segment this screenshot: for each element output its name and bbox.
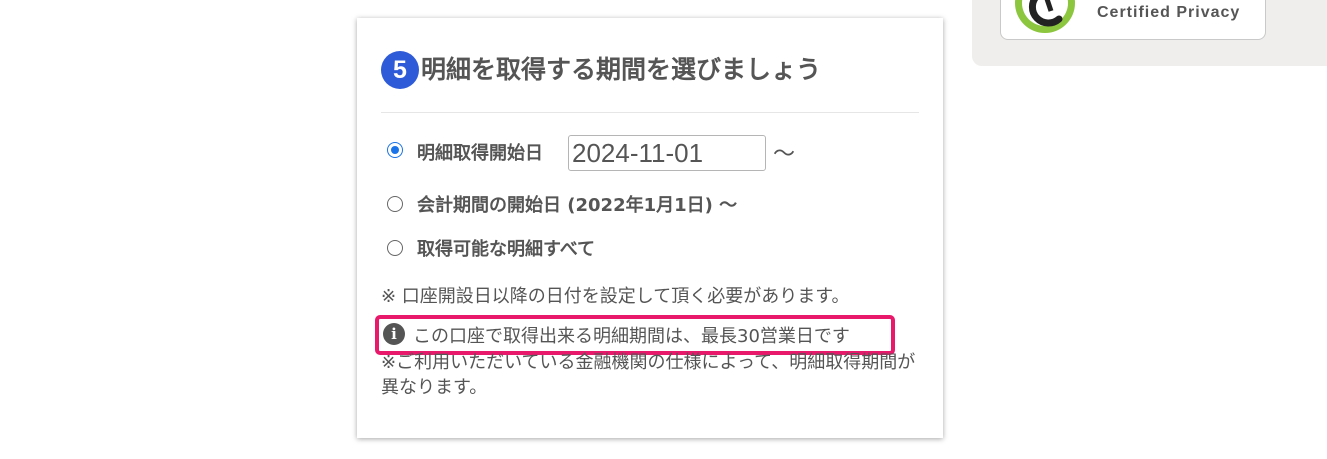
- period-selection-card: 5 明細を取得する期間を選びましょう 明細取得開始日 〜 会計期間の開始日 (2…: [357, 18, 943, 438]
- start-date-input[interactable]: [568, 135, 766, 171]
- option-all-statements-label[interactable]: 取得可能な明細すべて: [417, 235, 595, 261]
- radio-start-date[interactable]: [387, 142, 403, 158]
- institution-spec-note: ※ご利用いただいている金融機関の仕様によって、明細取得期間が異なります。: [381, 352, 916, 398]
- range-tilde: 〜: [773, 142, 796, 167]
- radio-all-statements[interactable]: [387, 240, 403, 256]
- section-title: 明細を取得する期間を選びましょう: [421, 55, 822, 84]
- certified-privacy-text: Certified Privacy: [1097, 4, 1241, 21]
- certified-privacy-badge[interactable]: Certified Privacy: [1000, 0, 1266, 40]
- info-icon: i: [383, 323, 405, 345]
- radio-fiscal-start[interactable]: [387, 196, 403, 212]
- option-fiscal-start-label[interactable]: 会計期間の開始日 (2022年1月1日) 〜: [417, 191, 737, 217]
- step-number-badge: 5: [381, 51, 419, 89]
- certified-privacy-logo: [1015, 0, 1075, 33]
- account-date-note: ※ 口座開設日以降の日付を設定して頂く必要があります。: [381, 286, 850, 307]
- max-period-info: この口座で取得出来る明細期間は、最長30営業日です: [413, 326, 850, 347]
- divider: [381, 112, 919, 113]
- option-start-date-label[interactable]: 明細取得開始日: [417, 139, 543, 165]
